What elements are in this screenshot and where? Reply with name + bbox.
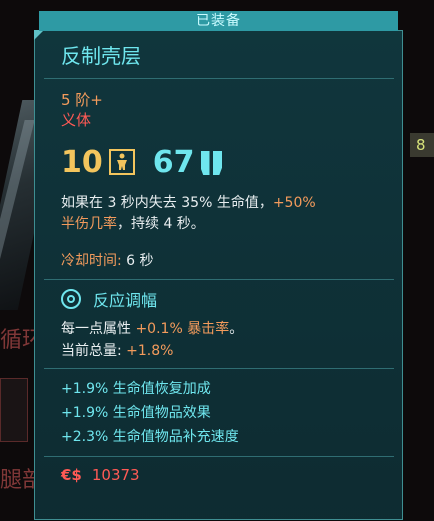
background-slot xyxy=(0,378,28,442)
cooldown-label: 冷却时间: xyxy=(61,253,122,269)
divider xyxy=(44,456,394,457)
mod-name: 反应调幅 xyxy=(93,291,158,310)
stat-bonus: +1.9% 生命值物品效果 xyxy=(61,405,211,421)
item-type: 义体 xyxy=(61,111,92,129)
divider xyxy=(44,78,394,79)
mod-effect-value: +0.1% 暴击率 xyxy=(135,321,230,337)
capacity-value: 67 xyxy=(152,144,195,180)
item-description: 如果在 3 秒内失去 35% 生命值，+50% 半伤几率，持续 4 秒。 xyxy=(61,193,381,235)
stat-bonus: +1.9% 生命值恢复加成 xyxy=(61,381,211,397)
mod-effect-text: 每一点属性 xyxy=(61,321,136,337)
panel-corner-marker xyxy=(34,30,44,40)
cyberware-capacity-icon xyxy=(200,149,225,175)
description-text: ，持续 4 秒。 xyxy=(117,216,205,232)
divider xyxy=(44,279,394,280)
equipped-badge: 已装备 xyxy=(39,11,398,31)
price-value: 10373 xyxy=(91,466,140,484)
mod-total-value: +1.8% xyxy=(126,343,174,359)
mod-total-label: 当前总量: xyxy=(61,343,127,359)
requirement-value: 10 xyxy=(61,144,103,180)
cooldown-row: 冷却时间: 6 秒 xyxy=(61,250,154,270)
divider xyxy=(44,368,394,369)
mod-ring-icon xyxy=(61,289,81,309)
cooldown-value: 6 秒 xyxy=(126,253,154,269)
eurodollar-icon: €$ xyxy=(61,466,82,484)
description-highlight: +50% xyxy=(272,195,316,211)
price-row: €$ 10373 xyxy=(61,466,140,484)
description-highlight: 半伤几率 xyxy=(61,216,117,232)
stat-bonus: +2.3% 生命值物品补充速度 xyxy=(61,429,239,445)
mod-header: 反应调幅 xyxy=(61,287,157,311)
mod-total: 当前总量: +1.8% xyxy=(61,340,173,360)
description-text: 如果在 3 秒内失去 35% 生命值， xyxy=(61,195,273,211)
item-tier: 5 阶+ xyxy=(61,91,103,109)
mod-effect-text: 。 xyxy=(229,321,244,337)
mod-effect: 每一点属性 +0.1% 暴击率。 xyxy=(61,318,243,338)
stat-row: 10 67 xyxy=(61,144,225,180)
item-name: 反制壳层 xyxy=(61,44,141,68)
body-attribute-icon xyxy=(108,149,135,175)
background-tag: 8 xyxy=(410,133,434,157)
